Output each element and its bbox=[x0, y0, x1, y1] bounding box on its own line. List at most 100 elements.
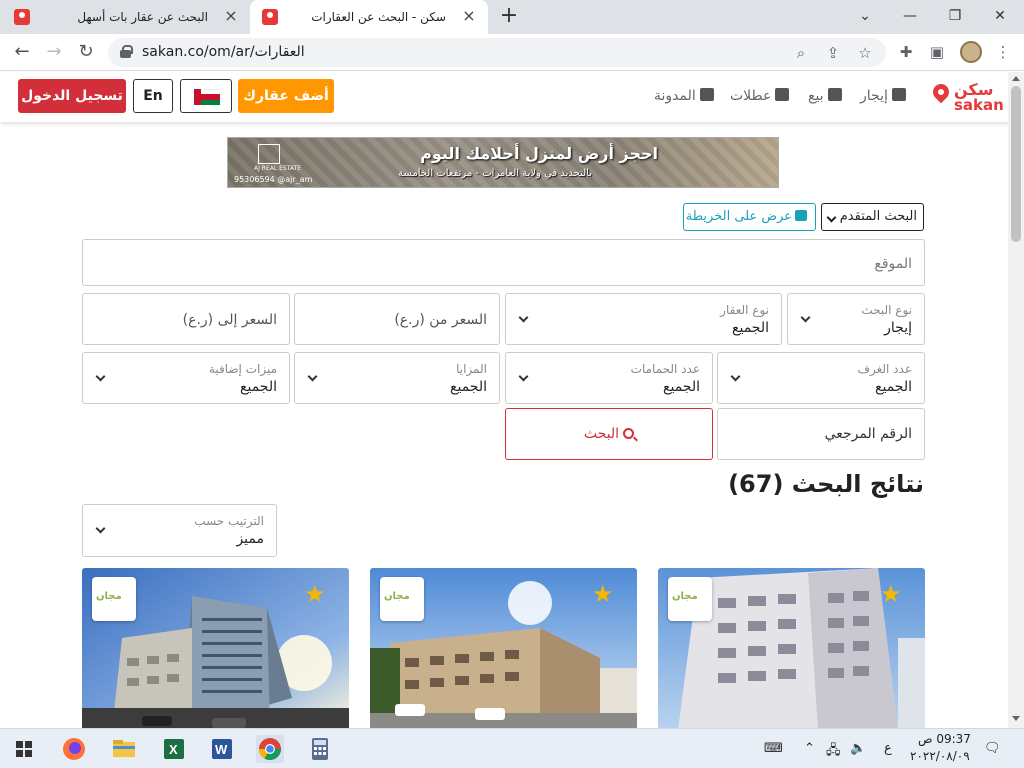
svg-text:W: W bbox=[215, 742, 228, 757]
favorite-star-icon[interactable]: ★ bbox=[304, 582, 326, 606]
search-type-label: نوع البحث bbox=[861, 303, 912, 317]
url-text: sakan.co/om/ar/العقارات bbox=[142, 44, 305, 60]
scroll-thumb[interactable] bbox=[1011, 86, 1021, 242]
address-bar[interactable]: sakan.co/om/ar/العقارات ⌕ ⇪ ☆ bbox=[108, 38, 886, 67]
notifications-icon[interactable]: 🗨 bbox=[984, 741, 1001, 756]
file-explorer-icon[interactable] bbox=[110, 735, 138, 763]
minimize-button[interactable]: — bbox=[895, 2, 925, 30]
scroll-down-icon[interactable] bbox=[1012, 716, 1020, 721]
agency-name: مجان bbox=[384, 591, 410, 602]
agency-logo[interactable]: مجان bbox=[92, 577, 136, 621]
browser-tab-inactive[interactable]: البحث عن عقار بات أسهل × bbox=[0, 0, 250, 34]
advertisement-banner[interactable]: AJ REAL ESTATE احجز أرض لمنزل أحلامك الي… bbox=[227, 137, 779, 188]
price-from-input[interactable]: السعر من (ر.ع) bbox=[294, 293, 500, 345]
reference-placeholder: الرقم المرجعي bbox=[824, 426, 912, 442]
sakan-favicon-icon bbox=[14, 9, 30, 25]
windows-start-icon[interactable] bbox=[12, 735, 40, 763]
browser-tab-active[interactable]: سكن - البحث عن العقارات × bbox=[250, 0, 488, 34]
input-language-indicator[interactable]: ع bbox=[884, 741, 892, 756]
country-selector-button[interactable] bbox=[180, 79, 232, 113]
sort-label: الترتيب حسب bbox=[194, 514, 264, 528]
favorite-star-icon[interactable]: ★ bbox=[592, 582, 614, 606]
nav-sale[interactable]: بيع bbox=[808, 88, 842, 104]
sakan-logo[interactable]: سكن sakan bbox=[929, 80, 1004, 114]
language-button[interactable]: En bbox=[133, 79, 173, 113]
property-type-value: الجميع bbox=[732, 320, 769, 336]
sort-select[interactable]: الترتيب حسب مميز bbox=[82, 504, 277, 557]
blog-feed-icon bbox=[699, 88, 714, 101]
favorite-star-icon[interactable]: ★ bbox=[880, 582, 902, 606]
forward-button[interactable]: → bbox=[42, 40, 66, 64]
login-button[interactable]: تسجيل الدخول bbox=[18, 79, 126, 113]
firefox-icon[interactable] bbox=[60, 735, 88, 763]
extensions-icon[interactable]: ✚ bbox=[895, 41, 917, 63]
close-icon[interactable]: × bbox=[460, 7, 478, 25]
nav-blog[interactable]: المدونة bbox=[654, 88, 714, 104]
calculator-icon[interactable] bbox=[306, 735, 334, 763]
bathrooms-label: عدد الحمامات bbox=[630, 362, 700, 376]
show-on-map-label: عرض على الخريطة bbox=[685, 209, 792, 224]
location-pin-icon bbox=[929, 80, 953, 104]
back-button[interactable]: ← bbox=[10, 40, 34, 64]
agency-logo[interactable]: مجان bbox=[668, 577, 712, 621]
chrome-icon[interactable] bbox=[256, 735, 284, 763]
tab-title: البحث عن عقار بات أسهل bbox=[77, 10, 208, 24]
bathrooms-select[interactable]: عدد الحمامات الجميع bbox=[505, 352, 713, 404]
sakan-favicon-icon bbox=[262, 9, 278, 25]
agency-name: مجان bbox=[672, 591, 698, 602]
touch-keyboard-icon[interactable]: ⌨ bbox=[764, 741, 783, 756]
volume-icon[interactable]: 🔈 bbox=[850, 741, 866, 756]
profile-avatar[interactable] bbox=[960, 41, 982, 63]
banner-logo-text: AJ REAL ESTATE bbox=[254, 165, 301, 172]
clock-time[interactable]: 09:37 ص bbox=[918, 732, 971, 746]
rooms-select[interactable]: عدد الغرف الجميع bbox=[717, 352, 925, 404]
chevron-down-icon bbox=[518, 371, 529, 382]
advanced-search-label: البحث المتقدم bbox=[839, 209, 917, 224]
property-card[interactable]: مجان ★ bbox=[370, 568, 637, 730]
chevron-up-icon[interactable]: ⌃ bbox=[804, 741, 815, 756]
property-card[interactable]: مجان ★ bbox=[82, 568, 349, 730]
banner-contact: 95306594 @ajr_am bbox=[234, 175, 313, 184]
agency-logo[interactable]: مجان bbox=[380, 577, 424, 621]
page-scrollbar[interactable] bbox=[1008, 72, 1024, 728]
search-icon bbox=[623, 428, 635, 439]
side-panel-icon[interactable]: ▣ bbox=[926, 41, 948, 63]
extra-features-select[interactable]: ميزات إضافية الجميع bbox=[82, 352, 290, 404]
price-to-placeholder: السعر إلى (ر.ع) bbox=[182, 312, 277, 328]
new-tab-button[interactable]: + bbox=[498, 5, 520, 28]
location-placeholder: الموقع bbox=[874, 256, 912, 272]
search-button-label: البحث bbox=[583, 426, 620, 442]
add-property-button[interactable]: أضف عقارك bbox=[238, 79, 334, 113]
features-select[interactable]: المزايا الجميع bbox=[294, 352, 500, 404]
share-icon[interactable]: ⇪ bbox=[822, 42, 844, 64]
nav-rent-label: إيجار bbox=[860, 88, 888, 104]
location-input[interactable]: الموقع bbox=[82, 239, 925, 286]
menu-kebab-icon[interactable]: ⋮ bbox=[992, 41, 1014, 63]
agency-name: مجان bbox=[96, 591, 122, 602]
sort-value: مميز bbox=[236, 531, 264, 547]
results-heading: نتائج البحث (67) bbox=[728, 470, 924, 498]
price-to-input[interactable]: السعر إلى (ر.ع) bbox=[82, 293, 290, 345]
close-window-button[interactable]: ✕ bbox=[985, 2, 1015, 30]
word-icon[interactable]: W bbox=[208, 735, 236, 763]
nav-rent[interactable]: إيجار bbox=[860, 88, 906, 104]
restore-button[interactable]: ❐ bbox=[940, 2, 970, 30]
property-card[interactable]: مجان ★ bbox=[658, 568, 925, 730]
advanced-search-toggle[interactable]: البحث المتقدم bbox=[821, 203, 924, 231]
zoom-icon[interactable]: ⌕ bbox=[790, 42, 812, 64]
nav-holidays[interactable]: عطلات bbox=[730, 88, 790, 104]
show-on-map-button[interactable]: عرض على الخريطة bbox=[683, 203, 816, 231]
scroll-up-icon[interactable] bbox=[1012, 76, 1020, 81]
reload-button[interactable]: ↻ bbox=[74, 40, 98, 64]
clock-date[interactable]: ٢٠٢٢/٠٨/٠٩ bbox=[910, 749, 970, 763]
tab-search-chevron-icon[interactable]: ⌄ bbox=[850, 2, 880, 30]
property-type-select[interactable]: نوع العقار الجميع bbox=[505, 293, 782, 345]
search-type-select[interactable]: نوع البحث إيجار bbox=[787, 293, 925, 345]
search-button[interactable]: البحث bbox=[505, 408, 713, 460]
rooms-value: الجميع bbox=[875, 379, 912, 395]
bookmark-star-icon[interactable]: ☆ bbox=[854, 42, 876, 64]
network-icon[interactable]: 🖧 bbox=[826, 741, 841, 763]
excel-icon[interactable]: X bbox=[160, 735, 188, 763]
reference-number-input[interactable]: الرقم المرجعي bbox=[717, 408, 925, 460]
close-icon[interactable]: × bbox=[222, 7, 240, 25]
